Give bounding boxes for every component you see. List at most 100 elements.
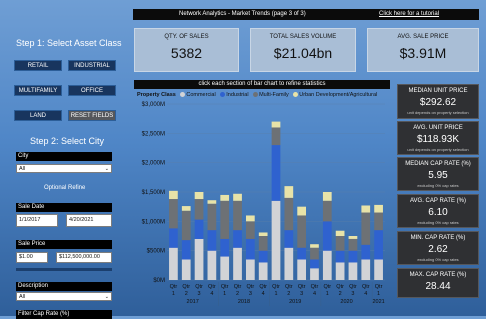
date-to-input[interactable]: 4/20/2021 xyxy=(66,214,112,227)
bar-segment-urban[interactable] xyxy=(245,215,255,222)
city-dropdown[interactable]: All ⌄ xyxy=(16,164,112,173)
bar-segment-urban[interactable] xyxy=(284,186,294,198)
bar-segment-urban[interactable] xyxy=(310,244,319,248)
bar-segment-commercial[interactable] xyxy=(322,250,332,280)
bar-segment-multifamily[interactable] xyxy=(335,236,345,251)
bar-segment-urban[interactable] xyxy=(169,190,178,200)
bar-segment-urban[interactable] xyxy=(348,236,358,239)
bar-segment-urban[interactable] xyxy=(258,232,268,236)
bar-segment-commercial[interactable] xyxy=(233,247,242,280)
bar-segment-industrial[interactable] xyxy=(220,238,230,257)
price-to-input[interactable]: $112,500,000.00 xyxy=(56,252,112,263)
kpi-value: 6.10 xyxy=(428,207,448,218)
bar-segment-multifamily[interactable] xyxy=(233,200,242,231)
stacked-bar-chart[interactable]: $3,000M $2,500M $2,000M $1,500M $1,000M $500M… xyxy=(133,98,391,316)
description-dropdown[interactable]: All ⌄ xyxy=(16,292,112,301)
kpi-label: TOTAL SALES VOLUME xyxy=(269,34,337,40)
bar-segment-multifamily[interactable] xyxy=(322,200,332,222)
bar-segment-urban[interactable] xyxy=(297,206,307,216)
tutorial-link[interactable]: Click here for a tutorial xyxy=(379,9,439,20)
bar-segment-commercial[interactable] xyxy=(220,256,230,280)
bar-segment-commercial[interactable] xyxy=(284,247,294,280)
bar-segment-multifamily[interactable] xyxy=(284,197,294,231)
bar-segment-urban[interactable] xyxy=(181,206,191,211)
kpi-value: $118.93K xyxy=(416,134,460,145)
bar-segment-multifamily[interactable] xyxy=(194,199,204,220)
bar-segment-multifamily[interactable] xyxy=(258,236,268,251)
bar-segment-urban[interactable] xyxy=(374,204,383,213)
bar-segment-industrial[interactable] xyxy=(284,230,294,248)
bar-segment-commercial[interactable] xyxy=(181,259,191,280)
bar-segment-commercial[interactable] xyxy=(169,247,178,280)
bar-segment-industrial[interactable] xyxy=(310,259,319,269)
price-from-input[interactable]: $1.00 xyxy=(16,252,48,263)
bar-segment-commercial[interactable] xyxy=(297,259,307,280)
x-tick-label: 3 xyxy=(198,291,201,297)
bar-segment-multifamily[interactable] xyxy=(207,203,217,231)
kpi-note: unit depends on property selection xyxy=(407,110,469,115)
reset-fields-button[interactable]: RESET FIELDS xyxy=(68,110,116,121)
kpi-note: unit depends on property selection xyxy=(407,147,469,152)
bar-segment-commercial[interactable] xyxy=(374,259,383,280)
bar-segment-industrial[interactable] xyxy=(181,240,191,260)
bar-segment-urban[interactable] xyxy=(361,205,371,213)
land-button[interactable]: LAND xyxy=(14,110,62,121)
kpi-label: AVG. UNIT PRICE xyxy=(413,125,463,131)
bar-segment-multifamily[interactable] xyxy=(220,200,230,239)
min-cap-rate-card: MIN. CAP RATE (%) 2.62 excluding 0% cap … xyxy=(397,231,479,265)
bar-segment-industrial[interactable] xyxy=(169,228,178,248)
bar-segment-industrial[interactable] xyxy=(348,250,358,263)
bar-segment-multifamily[interactable] xyxy=(271,127,281,146)
bar-segment-urban[interactable] xyxy=(271,121,281,128)
bar-segment-industrial[interactable] xyxy=(233,230,242,248)
bar-segment-urban[interactable] xyxy=(194,192,204,200)
kpi-value: 5382 xyxy=(170,45,203,61)
bar-segment-urban[interactable] xyxy=(233,193,242,201)
bar-segment-multifamily[interactable] xyxy=(374,212,383,231)
bar-segment-urban[interactable] xyxy=(335,230,345,236)
bar-segment-multifamily[interactable] xyxy=(297,215,307,248)
bar-segment-industrial[interactable] xyxy=(194,219,204,239)
bar-segment-multifamily[interactable] xyxy=(169,199,178,229)
bar-segment-multifamily[interactable] xyxy=(310,247,319,260)
retail-button[interactable]: RETAIL xyxy=(14,60,62,71)
chevron-down-icon: ⌄ xyxy=(104,166,109,172)
bar-segment-industrial[interactable] xyxy=(322,221,332,251)
bar-segment-commercial[interactable] xyxy=(361,259,371,280)
bar-segment-commercial[interactable] xyxy=(258,262,268,280)
bar-segment-industrial[interactable] xyxy=(361,244,371,260)
bar-segment-commercial[interactable] xyxy=(335,262,345,280)
bar-segment-commercial[interactable] xyxy=(194,238,204,280)
kpi-note: excluding 0% cap rates xyxy=(417,220,459,225)
bar-segment-urban[interactable] xyxy=(207,200,217,204)
y-tick-label: $2,000M xyxy=(142,161,165,167)
kpi-value: $21.04bn xyxy=(273,45,333,61)
x-tick-label: 3 xyxy=(249,291,252,297)
bar-segment-industrial[interactable] xyxy=(258,250,268,263)
date-from-input[interactable]: 1/1/2017 xyxy=(16,214,58,227)
bar-segment-industrial[interactable] xyxy=(271,145,281,201)
bar-segment-commercial[interactable] xyxy=(207,250,217,280)
bar-segment-industrial[interactable] xyxy=(297,247,307,260)
multifamily-button[interactable]: MULTIFAMILY xyxy=(14,85,62,96)
bar-segment-industrial[interactable] xyxy=(335,250,345,263)
bar-segment-multifamily[interactable] xyxy=(181,210,191,241)
price-slider[interactable] xyxy=(16,268,112,271)
bar-segment-multifamily[interactable] xyxy=(361,212,371,245)
bar-segment-industrial[interactable] xyxy=(245,238,255,260)
bar-segment-industrial[interactable] xyxy=(374,230,383,260)
median-cap-rate-card: MEDIAN CAP RATE (%) 5.95 excluding 0% ca… xyxy=(397,157,479,191)
bar-segment-commercial[interactable] xyxy=(348,262,358,280)
bar-segment-commercial[interactable] xyxy=(271,200,281,280)
bar-segment-multifamily[interactable] xyxy=(348,238,358,251)
bar-segment-urban[interactable] xyxy=(220,194,230,201)
office-button[interactable]: OFFICE xyxy=(68,85,116,96)
city-label: City xyxy=(16,152,112,161)
industrial-button[interactable]: INDUSTRIAL xyxy=(68,60,116,71)
bar-segment-multifamily[interactable] xyxy=(245,221,255,239)
bar-segment-commercial[interactable] xyxy=(245,259,255,280)
bar-segment-urban[interactable] xyxy=(322,192,332,201)
bar-segment-industrial[interactable] xyxy=(207,230,217,251)
chart-banner: click each section of bar chart to refin… xyxy=(134,80,390,89)
bar-segment-commercial[interactable] xyxy=(310,268,319,280)
